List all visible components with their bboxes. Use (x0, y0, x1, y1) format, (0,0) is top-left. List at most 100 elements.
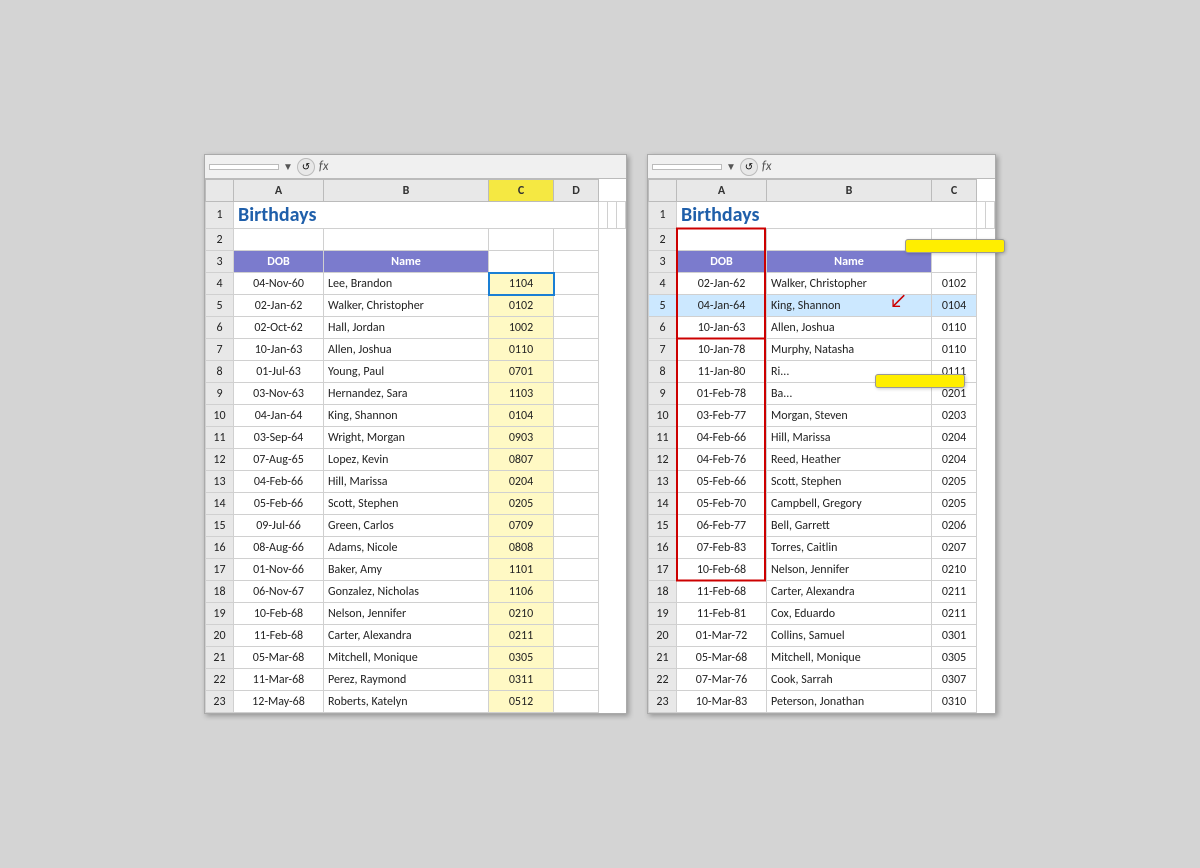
right-cell-r3-c1[interactable]: Name (767, 251, 932, 273)
left-cell-r16-c0[interactable]: 08-Aug-66 (234, 537, 324, 559)
left-cell-r1-c2[interactable] (608, 202, 617, 229)
left-col-a[interactable]: A (234, 180, 324, 202)
left-cell-r23-c0[interactable]: 12-May-68 (234, 691, 324, 713)
left-cell-r9-c3[interactable] (554, 383, 599, 405)
right-cell-r22-c1[interactable]: Cook, Sarrah (767, 669, 932, 691)
left-cell-r23-c2[interactable]: 0512 (489, 691, 554, 713)
right-col-a[interactable]: A (677, 180, 767, 202)
left-cell-r7-c2[interactable]: 0110 (489, 339, 554, 361)
right-cell-r1-c2[interactable] (986, 202, 995, 229)
left-cell-r4-c1[interactable]: Lee, Brandon (324, 273, 489, 295)
right-cell-r15-c0[interactable]: 06-Feb-77 (677, 515, 767, 537)
right-cell-r17-c2[interactable]: 0210 (932, 559, 977, 581)
right-refresh-icon[interactable]: ↺ (740, 158, 758, 176)
left-cell-r12-c1[interactable]: Lopez, Kevin (324, 449, 489, 471)
right-cell-r7-c0[interactable]: 10-Jan-78 (677, 339, 767, 361)
right-cell-r6-c1[interactable]: Allen, Joshua (767, 317, 932, 339)
left-cell-r9-c2[interactable]: 1103 (489, 383, 554, 405)
right-cell-r5-c2[interactable]: 0104 (932, 295, 977, 317)
left-cell-r17-c2[interactable]: 1101 (489, 559, 554, 581)
right-cell-r12-c0[interactable]: 04-Feb-76 (677, 449, 767, 471)
left-cell-r21-c0[interactable]: 05-Mar-68 (234, 647, 324, 669)
left-cell-r10-c3[interactable] (554, 405, 599, 427)
left-cell-r12-c2[interactable]: 0807 (489, 449, 554, 471)
left-col-d[interactable]: D (554, 180, 599, 202)
left-dropdown-arrow[interactable]: ▼ (283, 160, 293, 173)
right-cell-r13-c1[interactable]: Scott, Stephen (767, 471, 932, 493)
right-cell-r3-c2[interactable] (932, 251, 977, 273)
left-cell-r19-c1[interactable]: Nelson, Jennifer (324, 603, 489, 625)
right-cell-r23-c2[interactable]: 0310 (932, 691, 977, 713)
left-cell-r9-c1[interactable]: Hernandez, Sara (324, 383, 489, 405)
left-cell-r21-c2[interactable]: 0305 (489, 647, 554, 669)
left-cell-r20-c3[interactable] (554, 625, 599, 647)
left-cell-r15-c2[interactable]: 0709 (489, 515, 554, 537)
left-cell-r15-c3[interactable] (554, 515, 599, 537)
left-cell-r13-c1[interactable]: Hill, Marissa (324, 471, 489, 493)
right-cell-r16-c0[interactable]: 07-Feb-83 (677, 537, 767, 559)
left-cell-r16-c3[interactable] (554, 537, 599, 559)
left-cell-r9-c0[interactable]: 03-Nov-63 (234, 383, 324, 405)
left-cell-r10-c2[interactable]: 0104 (489, 405, 554, 427)
right-cell-r6-c0[interactable]: 10-Jan-63 (677, 317, 767, 339)
right-cell-r20-c2[interactable]: 0301 (932, 625, 977, 647)
left-cell-r21-c3[interactable] (554, 647, 599, 669)
right-cell-r23-c1[interactable]: Peterson, Jonathan (767, 691, 932, 713)
left-cell-r8-c1[interactable]: Young, Paul (324, 361, 489, 383)
right-cell-r20-c0[interactable]: 01-Mar-72 (677, 625, 767, 647)
right-cell-r19-c0[interactable]: 11-Feb-81 (677, 603, 767, 625)
left-cell-r23-c3[interactable] (554, 691, 599, 713)
right-col-b[interactable]: B (767, 180, 932, 202)
left-cell-r14-c2[interactable]: 0205 (489, 493, 554, 515)
right-cell-r13-c0[interactable]: 05-Feb-66 (677, 471, 767, 493)
right-cell-r5-c0[interactable]: 04-Jan-64 (677, 295, 767, 317)
left-cell-r3-c1[interactable]: Name (324, 251, 489, 273)
left-refresh-icon[interactable]: ↺ (297, 158, 315, 176)
right-cell-r18-c2[interactable]: 0211 (932, 581, 977, 603)
right-cell-r3-c0[interactable]: DOB (677, 251, 767, 273)
left-cell-r2-c1[interactable] (324, 229, 489, 251)
right-dropdown-arrow[interactable]: ▼ (726, 160, 736, 173)
left-cell-r6-c1[interactable]: Hall, Jordan (324, 317, 489, 339)
left-cell-r21-c1[interactable]: Mitchell, Monique (324, 647, 489, 669)
left-col-b[interactable]: B (324, 180, 489, 202)
left-cell-r18-c2[interactable]: 1106 (489, 581, 554, 603)
left-cell-r5-c0[interactable]: 02-Jan-62 (234, 295, 324, 317)
left-cell-r2-c3[interactable] (554, 229, 599, 251)
right-cell-r1-c1[interactable] (977, 202, 986, 229)
right-cell-r13-c2[interactable]: 0205 (932, 471, 977, 493)
left-cell-r3-c3[interactable] (554, 251, 599, 273)
left-cell-r13-c2[interactable]: 0204 (489, 471, 554, 493)
left-cell-r4-c2[interactable]: 1104 (489, 273, 554, 295)
left-cell-r14-c0[interactable]: 05-Feb-66 (234, 493, 324, 515)
left-cell-r11-c0[interactable]: 03-Sep-64 (234, 427, 324, 449)
left-cell-r23-c1[interactable]: Roberts, Katelyn (324, 691, 489, 713)
left-cell-r14-c1[interactable]: Scott, Stephen (324, 493, 489, 515)
right-cell-r11-c0[interactable]: 04-Feb-66 (677, 427, 767, 449)
left-cell-r7-c1[interactable]: Allen, Joshua (324, 339, 489, 361)
left-cell-r11-c2[interactable]: 0903 (489, 427, 554, 449)
left-cell-r3-c2[interactable] (489, 251, 554, 273)
right-col-c[interactable]: C (932, 180, 977, 202)
left-cell-r18-c1[interactable]: Gonzalez, Nicholas (324, 581, 489, 603)
left-cell-r1-c3[interactable] (617, 202, 626, 229)
left-cell-r2-c0[interactable] (234, 229, 324, 251)
left-cell-r15-c0[interactable]: 09-Jul-66 (234, 515, 324, 537)
left-cell-r8-c0[interactable]: 01-Jul-63 (234, 361, 324, 383)
left-cell-r14-c3[interactable] (554, 493, 599, 515)
left-cell-r3-c0[interactable]: DOB (234, 251, 324, 273)
left-cell-r13-c3[interactable] (554, 471, 599, 493)
left-cell-r19-c2[interactable]: 0210 (489, 603, 554, 625)
left-cell-r20-c0[interactable]: 11-Feb-68 (234, 625, 324, 647)
right-cell-r10-c2[interactable]: 0203 (932, 405, 977, 427)
right-cell-r14-c0[interactable]: 05-Feb-70 (677, 493, 767, 515)
left-cell-r18-c3[interactable] (554, 581, 599, 603)
right-cell-r23-c0[interactable]: 10-Mar-83 (677, 691, 767, 713)
left-cell-r13-c0[interactable]: 04-Feb-66 (234, 471, 324, 493)
left-cell-r5-c2[interactable]: 0102 (489, 295, 554, 317)
right-cell-r14-c2[interactable]: 0205 (932, 493, 977, 515)
right-cell-r2-c0[interactable] (677, 229, 767, 251)
right-cell-r17-c0[interactable]: 10-Feb-68 (677, 559, 767, 581)
right-cell-r15-c1[interactable]: Bell, Garrett (767, 515, 932, 537)
right-cell-r9-c0[interactable]: 01-Feb-78 (677, 383, 767, 405)
